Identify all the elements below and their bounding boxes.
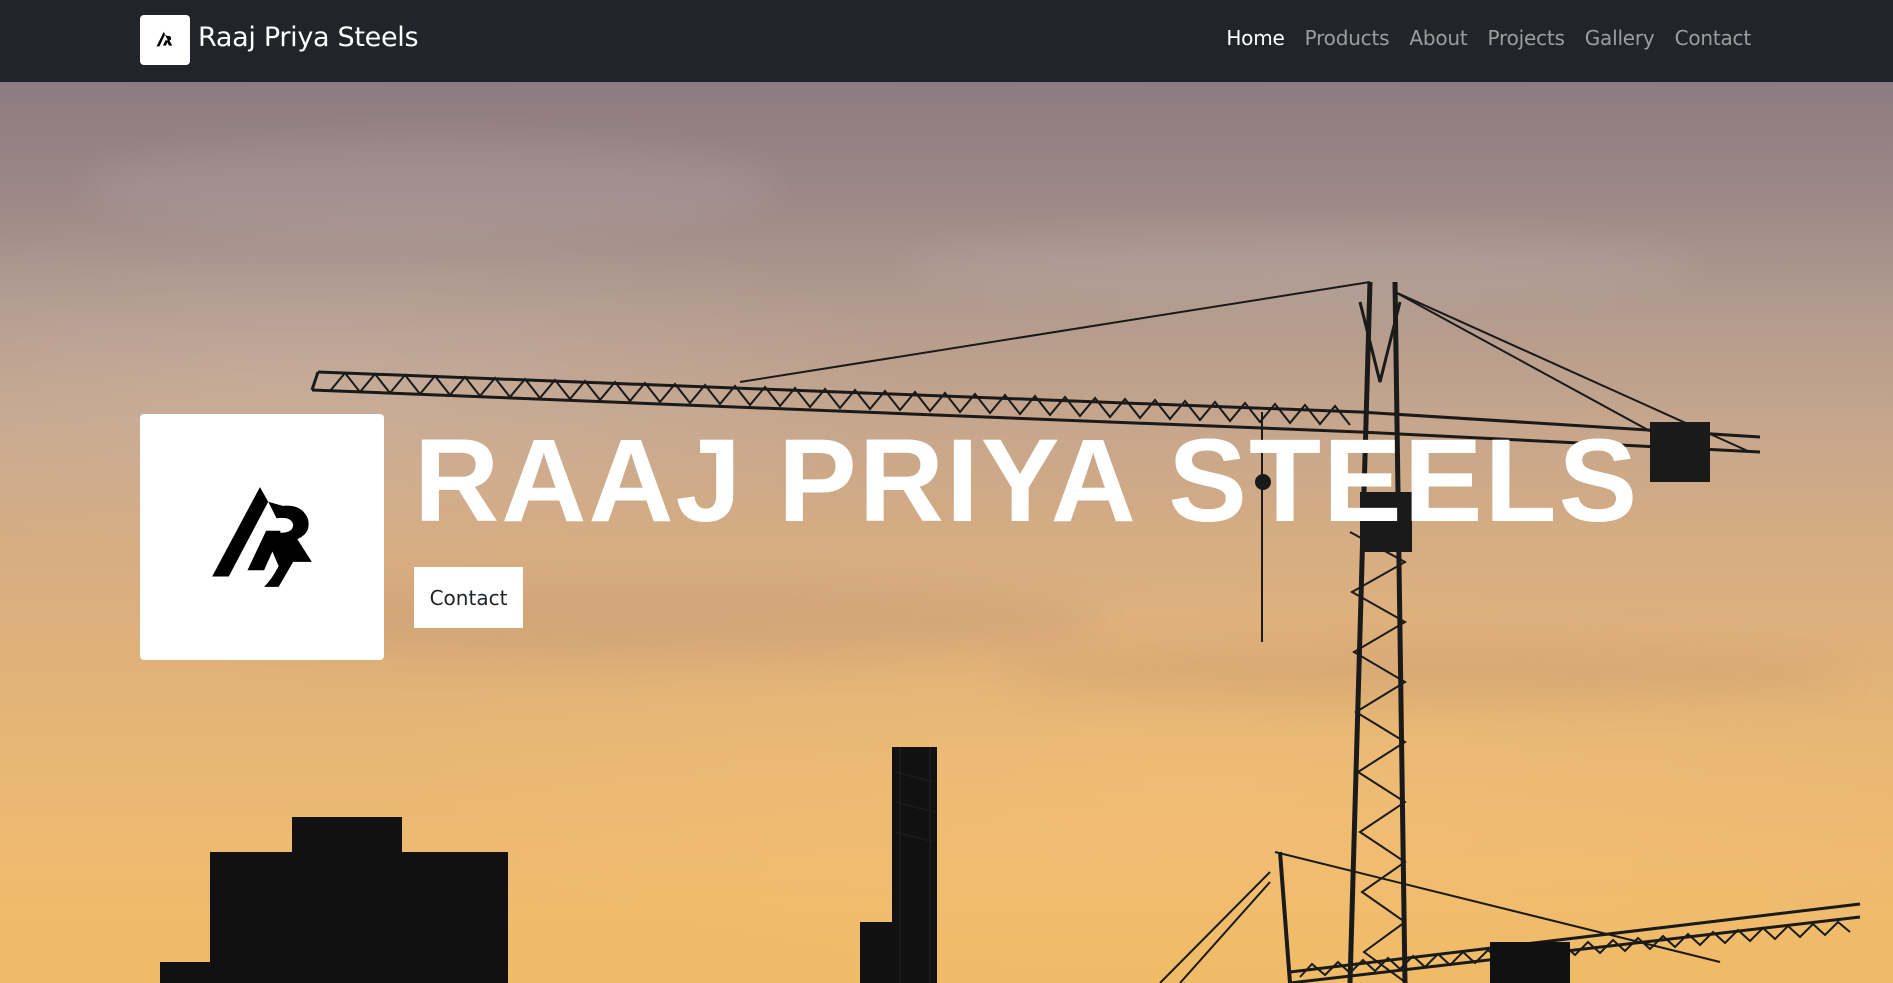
navbar: Raaj Priya Steels Home Products About Pr…	[0, 0, 1893, 82]
hero-logo-icon	[140, 414, 384, 660]
nav-link-about[interactable]: About	[1409, 26, 1467, 50]
nav-link-products[interactable]: Products	[1305, 26, 1390, 50]
nav-link-gallery[interactable]: Gallery	[1585, 26, 1655, 50]
brand-name: Raaj Priya Steels	[198, 21, 419, 53]
nav-link-projects[interactable]: Projects	[1487, 26, 1564, 50]
main-nav: Home Products About Projects Gallery Con…	[1226, 26, 1751, 50]
navbar-brand[interactable]: Raaj Priya Steels	[140, 15, 419, 65]
nav-link-contact[interactable]: Contact	[1675, 26, 1752, 50]
hero-contact-button[interactable]: Contact	[414, 567, 523, 628]
nav-link-home[interactable]: Home	[1226, 26, 1284, 50]
hero-section: RAAJ PRIYA STEELS Contact	[0, 82, 1893, 983]
hero-title: RAAJ PRIYA STEELS	[414, 415, 1640, 547]
brand-logo-icon	[140, 15, 190, 65]
